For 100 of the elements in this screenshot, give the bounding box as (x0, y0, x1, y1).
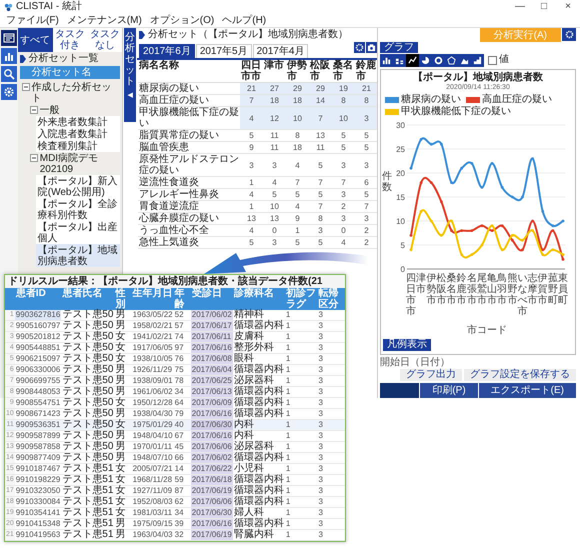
axis-tick-label: 鳥羽市 (497, 273, 508, 306)
menu-item[interactable]: オプション(O) (150, 14, 214, 27)
settings-icon[interactable] (562, 28, 576, 41)
table-cell: 原発性アルドステロン症の疑い (138, 154, 240, 176)
window-control[interactable]: × (556, 1, 580, 13)
table-cell: 1 (240, 176, 263, 188)
table-cell: 13 (263, 212, 286, 224)
table-cell: 男 (114, 442, 132, 452)
window-icon[interactable] (0, 30, 17, 46)
menu-item[interactable]: メンテナンス(M) (66, 14, 142, 27)
tree-item[interactable]: 【ポータル】地域別病患者数 (36, 244, 120, 267)
tree-item[interactable]: 【ポータル】出産個人 (36, 221, 120, 244)
save-settings-button[interactable]: グラフ設定を保存する (464, 369, 576, 381)
tab[interactable]: タスク付き (52, 28, 88, 52)
table-cell: 1981/03/11 (132, 508, 174, 518)
export-button[interactable]: エクスポート(E) (478, 383, 576, 398)
table-cell: 9909877409 (14, 452, 62, 464)
tree-group[interactable]: MDI病院デモ202109 (28, 152, 120, 175)
table-cell: 4 (286, 154, 309, 176)
column-header[interactable]: 病名名称 (138, 60, 240, 82)
table-cell: 女 (114, 398, 132, 408)
data-point (450, 229, 453, 232)
table-cell: 循環器内科 (232, 474, 285, 486)
print-button[interactable]: 印刷(P) (419, 383, 478, 398)
table-cell: 婦人科 (232, 508, 285, 518)
axis-tick-label: 25 (396, 145, 405, 154)
axis-tick-label: 亀山市 (487, 273, 498, 306)
table-cell: 男 (114, 320, 132, 332)
table-cell: 1938/09/01 (132, 376, 174, 386)
settings-icon[interactable] (0, 84, 17, 100)
table-cell: 1 (284, 310, 318, 320)
data-point (430, 220, 433, 222)
data-point (521, 248, 524, 252)
table-cell: 3 (317, 442, 345, 452)
tree-item[interactable]: 検査種別集計 (36, 140, 120, 152)
table-cell: 9906699755 (14, 376, 62, 386)
table-cell: 3 (355, 106, 377, 130)
table-cell: テスト患50 (61, 364, 114, 376)
camera-icon[interactable] (366, 42, 377, 53)
table-cell: 1 (284, 442, 318, 452)
table-cell: 19 (332, 82, 355, 94)
export-graph-button[interactable]: グラフ出力 (400, 369, 462, 381)
tree-item[interactable]: 【ポータル】新入院(Web公開用) (36, 175, 120, 198)
table-cell: 2017/06/16 (190, 342, 233, 354)
tab[interactable]: 2017年5月 (196, 44, 252, 58)
table-cell: テスト患50 (61, 430, 114, 442)
axis-tick-label: 鈴鹿市 (456, 273, 467, 306)
tree-group[interactable]: 作成した分析セット (20, 81, 120, 104)
tree-item[interactable]: 外来患者数集計 (36, 116, 120, 128)
tab[interactable]: グラフ (380, 42, 418, 53)
window-control[interactable]: — (508, 1, 532, 13)
table-cell: 脳血管疾患 (138, 142, 240, 154)
table-cell: テスト患51 (61, 508, 114, 518)
data-point (430, 181, 433, 184)
menu-item[interactable]: ヘルプ(H) (222, 14, 266, 27)
data-point (420, 210, 423, 213)
table-cell: 18 (263, 94, 286, 106)
axis-tick-label: 桑名市 (446, 273, 457, 306)
tree-item[interactable]: 【ポータル】全診療科別件数 (36, 198, 120, 221)
table-cell: 5 (309, 236, 332, 248)
collapse-icon[interactable] (30, 106, 38, 114)
settings-icon[interactable] (354, 42, 365, 53)
data-point (450, 220, 453, 222)
table-cell: テスト患50 (61, 342, 114, 354)
radar-chart-icon[interactable] (445, 54, 458, 66)
table-cell: 循環器内科 (232, 386, 285, 398)
legend-button[interactable]: 凡例表示 (383, 339, 431, 351)
value-checkbox[interactable]: 値 (488, 54, 509, 66)
table-cell: テスト患51 (61, 496, 114, 508)
table-cell: 0 (263, 224, 286, 236)
chart-icon[interactable] (0, 48, 17, 64)
collapse-icon[interactable] (30, 154, 38, 162)
table-cell: 1 (284, 320, 318, 332)
table-cell: 9910198229 (14, 474, 62, 486)
data-point (500, 224, 504, 228)
search-icon[interactable] (0, 66, 17, 82)
collapse-icon[interactable] (22, 83, 30, 91)
tab[interactable]: タスクなし (87, 28, 122, 52)
table-cell: 1950/12/28 (132, 398, 174, 408)
window-control[interactable]: □ (532, 1, 556, 13)
table-cell: 男 (114, 364, 132, 376)
data-point (410, 248, 412, 252)
logo-icon (4, 2, 13, 12)
line-chart-icon[interactable] (406, 54, 419, 66)
table-cell: 女 (114, 496, 132, 508)
axis-tick-label: 伊賀市 (538, 273, 548, 306)
table-cell: 1948/07/10 (132, 452, 174, 464)
tab[interactable]: すべて (18, 28, 53, 52)
table-cell: 4 (240, 188, 263, 200)
table-cell: 5 (355, 130, 377, 142)
tab[interactable]: 2017年4月 (252, 44, 308, 58)
menu-item[interactable]: ファイル(F) (6, 14, 59, 27)
table-cell: 3 (317, 354, 345, 364)
table-cell: 1970/01/11 (132, 442, 174, 452)
axis-tick-label: 松阪市 (436, 273, 446, 306)
tree-item[interactable]: 入院患者数集計 (36, 128, 120, 140)
tree-group[interactable]: 一般 (28, 104, 120, 116)
table-cell: 8 (355, 94, 377, 106)
table-cell: 5 (309, 154, 332, 176)
tab[interactable]: 2017年6月 (139, 44, 195, 58)
